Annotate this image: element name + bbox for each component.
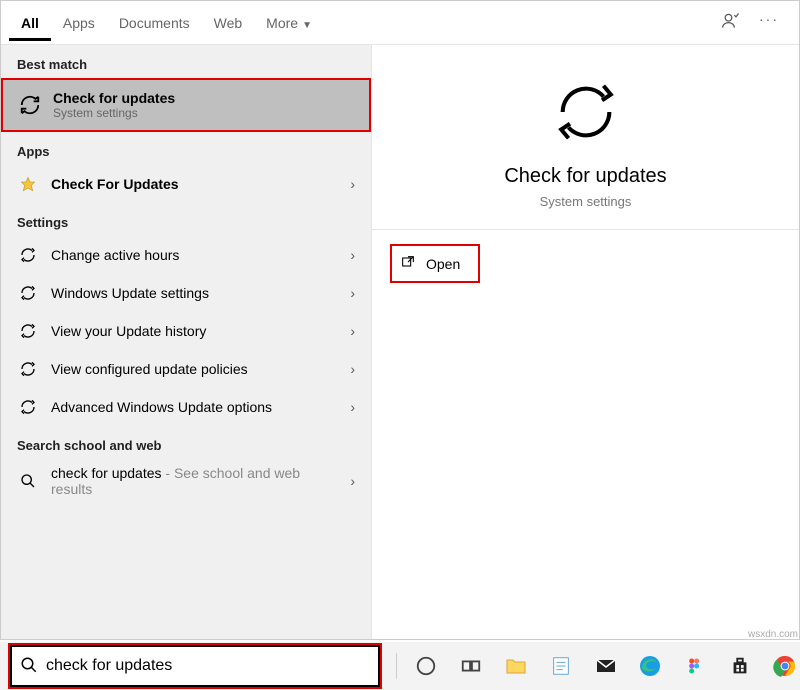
more-options-icon[interactable]: ··· (759, 11, 779, 34)
bestmatch-subtitle: System settings (53, 106, 353, 120)
refresh-icon (17, 323, 39, 339)
refresh-icon (19, 92, 41, 118)
taskbar (0, 642, 800, 690)
refresh-icon (17, 361, 39, 377)
chevron-right-icon: › (350, 361, 355, 377)
open-icon (400, 254, 416, 273)
search-box[interactable] (10, 645, 380, 687)
search-input[interactable] (46, 657, 370, 675)
explorer-icon[interactable] (501, 650, 532, 682)
feedback-icon[interactable] (721, 11, 741, 34)
result-label: View configured update policies (51, 361, 338, 377)
apps-result-item[interactable]: Check For Updates › (1, 165, 371, 203)
chevron-right-icon: › (350, 473, 355, 489)
refresh-icon (17, 399, 39, 415)
app-updater-icon (17, 176, 39, 192)
taskview-icon[interactable] (456, 650, 487, 682)
refresh-icon (17, 247, 39, 263)
tab-documents[interactable]: Documents (107, 5, 202, 41)
bestmatch-item[interactable]: Check for updates System settings (1, 78, 371, 132)
watermark: wsxdn.com (748, 629, 798, 640)
tab-all[interactable]: All (9, 5, 51, 41)
cortana-icon[interactable] (411, 650, 442, 682)
apps-result-title: Check For Updates (51, 176, 338, 192)
preview-title: Check for updates (504, 165, 666, 188)
chevron-right-icon: › (350, 323, 355, 339)
preview-subtitle: System settings (540, 194, 632, 209)
settings-item-update-policies[interactable]: View configured update policies › (1, 350, 371, 388)
tab-web[interactable]: Web (202, 5, 255, 41)
store-icon[interactable] (724, 650, 755, 682)
section-apps: Apps (1, 132, 371, 165)
chevron-right-icon: › (350, 176, 355, 192)
result-label: Windows Update settings (51, 285, 338, 301)
mail-icon[interactable] (590, 650, 621, 682)
open-button[interactable]: Open (390, 244, 480, 283)
result-label: Change active hours (51, 247, 338, 263)
tab-apps[interactable]: Apps (51, 5, 107, 41)
edge-icon[interactable] (635, 650, 666, 682)
chevron-right-icon: › (350, 399, 355, 415)
settings-item-active-hours[interactable]: Change active hours › (1, 236, 371, 274)
settings-item-update-history[interactable]: View your Update history › (1, 312, 371, 350)
section-schoolweb: Search school and web (1, 426, 371, 459)
result-label: Advanced Windows Update options (51, 399, 338, 415)
filter-tabs: All Apps Documents Web More▼ ··· (1, 1, 799, 45)
schoolweb-item[interactable]: check for updates - See school and web r… (1, 459, 371, 503)
settings-item-windows-update[interactable]: Windows Update settings › (1, 274, 371, 312)
preview-panel: Check for updates System settings Open (371, 45, 799, 639)
chevron-right-icon: › (350, 247, 355, 263)
search-icon (20, 656, 38, 677)
results-panel: Best match Check for updates System sett… (1, 45, 371, 639)
bestmatch-title: Check for updates (53, 90, 353, 106)
section-settings: Settings (1, 203, 371, 236)
refresh-large-icon (551, 77, 621, 147)
tab-more[interactable]: More▼ (254, 5, 324, 41)
result-label: View your Update history (51, 323, 338, 339)
chrome-icon[interactable] (769, 650, 800, 682)
search-icon (17, 473, 39, 489)
figma-icon[interactable] (680, 650, 711, 682)
open-label: Open (426, 256, 460, 272)
settings-item-advanced-options[interactable]: Advanced Windows Update options › (1, 388, 371, 426)
refresh-icon (17, 285, 39, 301)
notepad-icon[interactable] (545, 650, 576, 682)
schoolweb-label: check for updates - See school and web r… (51, 465, 338, 497)
section-bestmatch: Best match (1, 45, 371, 78)
chevron-right-icon: › (350, 285, 355, 301)
